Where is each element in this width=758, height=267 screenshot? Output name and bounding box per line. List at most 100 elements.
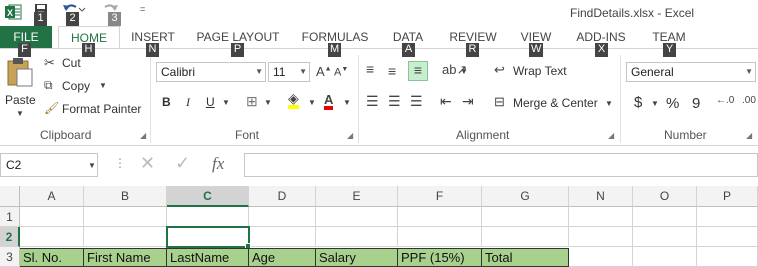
currency-button[interactable]: $ (634, 94, 642, 111)
row-header-3[interactable]: 3 (0, 247, 20, 267)
orientation-dropdown-icon[interactable]: ▼ (460, 67, 468, 76)
format-painter-button[interactable]: 🖌 Format Painter (44, 101, 144, 119)
cell-f3[interactable]: PPF (15%) (398, 248, 482, 267)
column-header-g[interactable]: G (482, 186, 569, 207)
column-header-a[interactable]: A (20, 186, 84, 207)
comma-style-button[interactable]: 9 (692, 95, 700, 112)
cell-b3[interactable]: First Name (84, 248, 167, 267)
cell-c1[interactable] (167, 207, 249, 227)
font-group-label: Font (235, 128, 260, 142)
clipboard-launcher-icon[interactable]: ◢ (140, 131, 146, 140)
align-center-icon[interactable]: ☰ (388, 93, 401, 110)
increase-indent-icon[interactable]: ⇥ (462, 93, 474, 110)
cell-c3[interactable]: LastName (167, 248, 249, 267)
cell-e1[interactable] (316, 207, 398, 227)
underline-button[interactable]: U (206, 95, 215, 109)
underline-dropdown-icon[interactable]: ▼ (222, 98, 230, 107)
currency-dropdown-icon[interactable]: ▼ (651, 99, 659, 108)
merge-center-label: Merge & Center (513, 96, 598, 110)
cancel-icon[interactable]: ✕ (140, 153, 155, 174)
cell-d3[interactable]: Age (249, 248, 316, 267)
formula-input[interactable] (244, 153, 758, 177)
column-header-d[interactable]: D (249, 186, 316, 207)
align-bottom-icon[interactable]: ≡ (408, 61, 428, 81)
align-top-icon[interactable]: ≡ (366, 61, 374, 77)
keytip-home: H (82, 43, 95, 57)
cell-p1[interactable] (697, 207, 758, 227)
keytip-review: R (466, 43, 479, 57)
number-launcher-icon[interactable]: ◢ (746, 131, 752, 140)
formula-bar-resize-icon[interactable]: ⋮ (114, 156, 126, 170)
increase-decimal-icon[interactable]: ←.0 (716, 95, 734, 106)
font-color-icon[interactable]: A (324, 93, 334, 110)
borders-icon[interactable]: ⊞ (246, 93, 258, 110)
align-left-icon[interactable]: ☰ (366, 93, 379, 110)
copy-button[interactable]: ⧉ Copy ▼ (44, 78, 108, 96)
cell-p2[interactable] (697, 227, 758, 247)
chevron-down-icon: ▼ (299, 67, 307, 76)
cell-n3[interactable] (569, 247, 633, 267)
fill-color-dropdown-icon[interactable]: ▼ (308, 98, 316, 107)
font-size-combo[interactable]: 11 ▼ (268, 62, 310, 82)
column-header-o[interactable]: O (633, 186, 697, 207)
name-box-dropdown-icon[interactable]: ▼ (88, 161, 96, 170)
borders-dropdown-icon[interactable]: ▼ (264, 98, 272, 107)
cell-d1[interactable] (249, 207, 316, 227)
cell-b1[interactable] (84, 207, 167, 227)
cell-p3[interactable] (697, 247, 758, 267)
formula-bar: C2 ▼ ⋮ ✕ ✓ fx (0, 146, 758, 182)
font-launcher-icon[interactable]: ◢ (347, 131, 353, 140)
font-color-dropdown-icon[interactable]: ▼ (343, 98, 351, 107)
number-format-combo[interactable]: General ▼ (626, 62, 756, 82)
cell-a1[interactable] (20, 207, 84, 227)
align-right-icon[interactable]: ☰ (410, 93, 423, 110)
cell-g2[interactable] (482, 227, 569, 247)
merge-center-button[interactable]: ⊟ Merge & Center ▼ (494, 94, 614, 112)
chevron-down-icon: ▼ (745, 67, 753, 76)
cell-e2[interactable] (316, 227, 398, 247)
align-middle-icon[interactable]: ≡ (388, 63, 396, 79)
cell-d2[interactable] (249, 227, 316, 247)
column-header-b[interactable]: B (84, 186, 167, 207)
cut-button[interactable]: ✂ Cut (44, 55, 94, 73)
decrease-decimal-icon[interactable]: .00 (742, 95, 756, 106)
row-header-1[interactable]: 1 (0, 207, 20, 227)
column-header-p[interactable]: P (697, 186, 758, 207)
cell-f1[interactable] (398, 207, 482, 227)
wrap-text-label: Wrap Text (513, 64, 567, 78)
cell-n2[interactable] (569, 227, 633, 247)
cell-n1[interactable] (569, 207, 633, 227)
paste-button[interactable]: Paste ▼ (4, 55, 38, 118)
italic-button[interactable]: I (186, 95, 190, 110)
column-header-c[interactable]: C (167, 186, 249, 207)
cell-b2[interactable] (84, 227, 167, 247)
grow-font-icon[interactable]: A▲ (316, 64, 332, 79)
cell-o3[interactable] (633, 247, 697, 267)
cell-e3[interactable]: Salary (316, 248, 398, 267)
cell-g3[interactable]: Total (482, 248, 569, 267)
decrease-indent-icon[interactable]: ⇤ (440, 93, 452, 110)
column-header-f[interactable]: F (398, 186, 482, 207)
customize-qat-icon[interactable]: = (140, 4, 145, 14)
enter-icon[interactable]: ✓ (175, 153, 190, 174)
column-header-n[interactable]: N (569, 186, 633, 207)
fill-color-icon[interactable]: ◈ (288, 91, 299, 109)
cell-a3[interactable]: Sl. No. (20, 248, 84, 267)
cell-f2[interactable] (398, 227, 482, 247)
alignment-launcher-icon[interactable]: ◢ (608, 131, 614, 140)
font-name-combo[interactable]: Calibri ▼ (156, 62, 266, 82)
percent-button[interactable]: % (666, 95, 679, 112)
insert-function-button[interactable]: fx (212, 154, 224, 174)
column-header-e[interactable]: E (316, 186, 398, 207)
cell-o2[interactable] (633, 227, 697, 247)
bold-button[interactable]: B (162, 95, 171, 109)
cell-g1[interactable] (482, 207, 569, 227)
shrink-font-icon[interactable]: A▼ (334, 66, 348, 79)
name-box[interactable]: C2 (0, 153, 98, 177)
row-header-2[interactable]: 2 (0, 227, 20, 247)
selected-cell-c2[interactable] (166, 226, 250, 248)
cell-a2[interactable] (20, 227, 84, 247)
cell-o1[interactable] (633, 207, 697, 227)
select-all-corner[interactable] (0, 186, 20, 207)
wrap-text-button[interactable]: ↩ Wrap Text (494, 62, 574, 80)
